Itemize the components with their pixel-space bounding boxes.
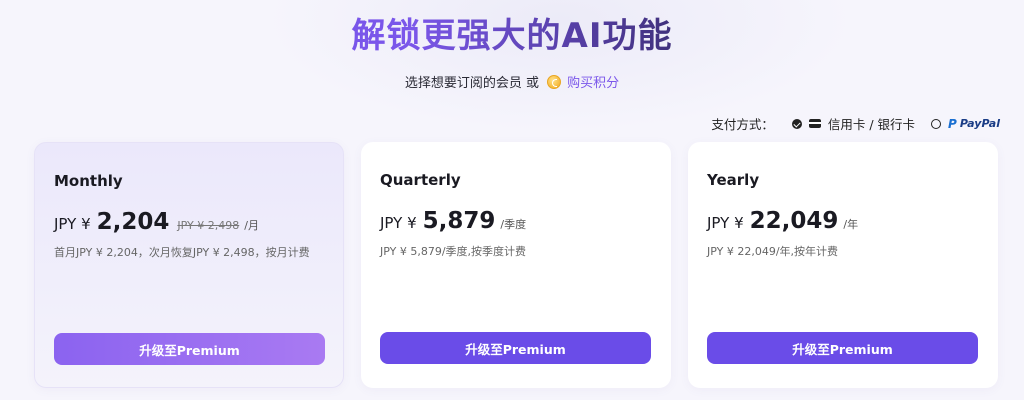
subtitle-row: 选择想要订阅的会员 或 购买积分: [0, 72, 1024, 91]
paypal-label: PayPal: [959, 117, 1000, 130]
plan-name: Yearly: [707, 171, 760, 189]
plans-container: Monthly JPY ¥ 2,204 JPY ¥ 2,498 /月 首月JPY…: [34, 142, 998, 388]
plan-description: 首月JPY ¥ 2,204，次月恢复JPY ¥ 2,498，按月计费: [54, 246, 310, 259]
price-amount: 2,204: [96, 209, 170, 235]
currency: JPY ¥: [380, 214, 417, 232]
payment-option-card[interactable]: 信用卡 / 银行卡: [791, 114, 916, 133]
billing-period: /季度: [500, 218, 527, 231]
currency: JPY ¥: [707, 214, 744, 232]
buy-credits-link[interactable]: 购买积分: [547, 72, 619, 91]
plan-name: Quarterly: [380, 171, 461, 189]
price-row: JPY ¥ 5,879 /季度: [380, 208, 526, 234]
credit-card-icon: [808, 119, 821, 128]
page-title: 解锁更强大的AI功能: [0, 8, 1024, 57]
plan-description: JPY ¥ 5,879/季度,按季度计费: [380, 245, 527, 258]
radio-checked-icon[interactable]: [791, 118, 802, 129]
plan-card-monthly[interactable]: Monthly JPY ¥ 2,204 JPY ¥ 2,498 /月 首月JPY…: [34, 142, 344, 388]
price-row: JPY ¥ 22,049 /年: [707, 208, 858, 234]
payment-method-selector: 支付方式： 信用卡 / 银行卡 P PayPal: [711, 114, 1000, 133]
upgrade-button-yearly[interactable]: 升级至Premium: [707, 332, 978, 364]
payment-label: 支付方式：: [711, 117, 774, 132]
billing-period: /月: [244, 219, 259, 232]
plan-card-yearly[interactable]: Yearly JPY ¥ 22,049 /年 JPY ¥ 22,049/年,按年…: [688, 142, 998, 388]
upgrade-button-quarterly[interactable]: 升级至Premium: [380, 332, 651, 364]
plan-name: Monthly: [54, 172, 123, 190]
billing-period: /年: [843, 218, 859, 231]
price-amount: 5,879: [422, 208, 496, 234]
plan-card-quarterly[interactable]: Quarterly JPY ¥ 5,879 /季度 JPY ¥ 5,879/季度…: [361, 142, 671, 388]
payment-option-paypal[interactable]: P PayPal: [931, 117, 1000, 131]
paypal-p-icon: P: [948, 116, 957, 131]
paypal-logo: P PayPal: [948, 117, 1000, 131]
radio-unchecked-icon[interactable]: [931, 118, 942, 129]
buy-credits-label: 购买积分: [567, 76, 620, 91]
pricing-page: 解锁更强大的AI功能 选择想要订阅的会员 或 购买积分 支付方式： 信用卡 / …: [0, 0, 1024, 400]
subtitle-text: 选择想要订阅的会员 或: [404, 76, 540, 91]
coin-icon: [547, 74, 562, 89]
plan-description: JPY ¥ 22,049/年,按年计费: [707, 245, 839, 258]
payment-option-card-label: 信用卡 / 银行卡: [827, 117, 916, 132]
original-price: JPY ¥ 2,498: [177, 219, 240, 232]
upgrade-button-monthly[interactable]: 升级至Premium: [54, 333, 325, 365]
price-amount: 22,049: [749, 208, 839, 234]
currency: JPY ¥: [54, 215, 91, 233]
price-row: JPY ¥ 2,204 JPY ¥ 2,498 /月: [54, 209, 259, 235]
